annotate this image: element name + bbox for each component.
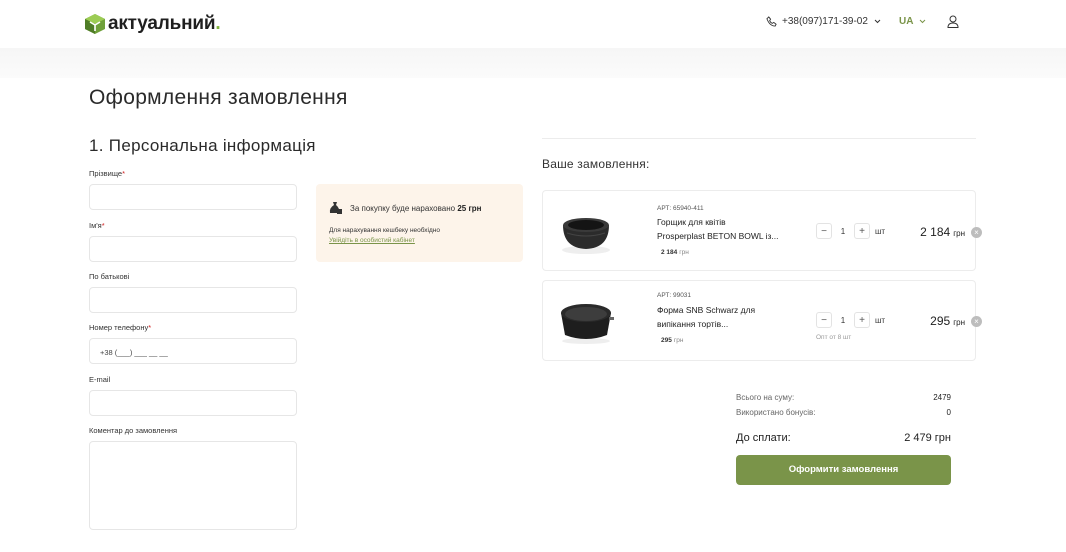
required-mark: * [122, 169, 126, 178]
product-name[interactable]: Форма SNB Schwarz для випікання тортів... [657, 304, 807, 331]
header-band [0, 48, 1066, 78]
product-sku: АРТ: 65940-411 [657, 205, 704, 212]
wholesale-note: Опт от 8 шт [816, 334, 852, 341]
page-title: Оформлення замовлення [89, 86, 348, 109]
cashback-notice: За покупку буде нараховано 25 грн Для на… [316, 184, 523, 262]
order-title: Ваше замовлення: [542, 157, 650, 171]
phone-icon [766, 16, 777, 27]
cashback-amount: 25 грн [457, 204, 482, 213]
divider [542, 138, 976, 139]
user-icon[interactable] [947, 15, 959, 28]
increase-button[interactable]: + [854, 223, 870, 239]
surname-field[interactable] [89, 184, 297, 210]
product-name[interactable]: Горщик для квітів Prosperplast BETON BOWL… [657, 216, 807, 243]
logo-mark-icon [85, 14, 105, 34]
cashback-text: За покупку буде нараховано 25 грн [350, 204, 482, 213]
logo-text: актуальний [108, 13, 216, 34]
line-total: 295 грн [930, 314, 965, 328]
cart-item: АРТ: 65940-411 Горщик для квітів Prosperp… [542, 190, 982, 271]
quantity-unit: шт [875, 226, 886, 236]
close-icon[interactable]: × [971, 316, 982, 327]
phone-number: +38(097)171-39-02 [782, 16, 868, 27]
money-bag-icon [329, 202, 342, 214]
decrease-button[interactable]: − [816, 223, 832, 239]
email-label: E-mail [89, 375, 111, 384]
chevron-down-icon [874, 19, 881, 24]
cart-item: АРТ: 99031 Форма SNB Schwarz для випіканн… [542, 280, 982, 361]
chevron-down-icon [920, 19, 926, 24]
product-image[interactable] [555, 293, 617, 349]
phone-dropdown[interactable]: +38(097)171-39-02 [766, 16, 886, 27]
logo[interactable]: актуальний. [84, 10, 221, 38]
surname-label: Прізвище* [89, 169, 126, 178]
place-order-button[interactable]: Оформити замовлення [736, 455, 951, 485]
name-field[interactable] [89, 236, 297, 262]
quantity-stepper: − 1 + шт [816, 223, 885, 239]
required-mark: * [101, 221, 105, 230]
bonus-label: Використано бонусів: [736, 408, 816, 417]
language-selector[interactable]: UA [899, 16, 926, 27]
comment-textarea[interactable] [89, 441, 297, 530]
increase-button[interactable]: + [854, 312, 870, 328]
quantity-stepper: − 1 + шт [816, 312, 885, 328]
unit-price: 295 грн [661, 337, 684, 344]
product-image[interactable] [555, 203, 617, 259]
language-label: UA [899, 16, 914, 27]
patronymic-label: По батькові [89, 272, 130, 281]
patronymic-field[interactable] [89, 287, 297, 313]
line-total: 2 184 грн [920, 225, 965, 239]
product-sku: АРТ: 99031 [657, 292, 692, 299]
bonus-value: 0 [946, 408, 951, 417]
phone-label: Номер телефону* [89, 323, 152, 332]
pay-value: 2 479 грн [904, 432, 951, 444]
decrease-button[interactable]: − [816, 312, 832, 328]
phone-field[interactable]: +38 (___) ___ __ __ [89, 338, 297, 364]
quantity-value[interactable]: 1 [832, 227, 854, 236]
cashback-note: Для нарахування кешбеку необхідно [329, 227, 440, 234]
required-mark: * [148, 323, 152, 332]
login-link[interactable]: Увійдіть в особистий кабінет [329, 237, 415, 244]
subtotal-value: 2479 [933, 393, 951, 402]
close-icon[interactable]: × [971, 227, 982, 238]
site-header: актуальний. +38(097)171-39-02 UA [0, 0, 1066, 48]
pay-label: До сплати: [736, 432, 791, 444]
logo-dot: . [215, 13, 221, 34]
quantity-value[interactable]: 1 [832, 316, 854, 325]
quantity-unit: шт [875, 315, 886, 325]
section-title: 1. Персональна інформація [89, 136, 316, 155]
unit-price: 2 184 грн [661, 249, 689, 256]
name-label: Ім'я* [89, 221, 105, 230]
comment-label: Коментар до замовлення [89, 426, 178, 435]
subtotal-label: Всього на суму: [736, 393, 795, 402]
email-field[interactable] [89, 390, 297, 416]
